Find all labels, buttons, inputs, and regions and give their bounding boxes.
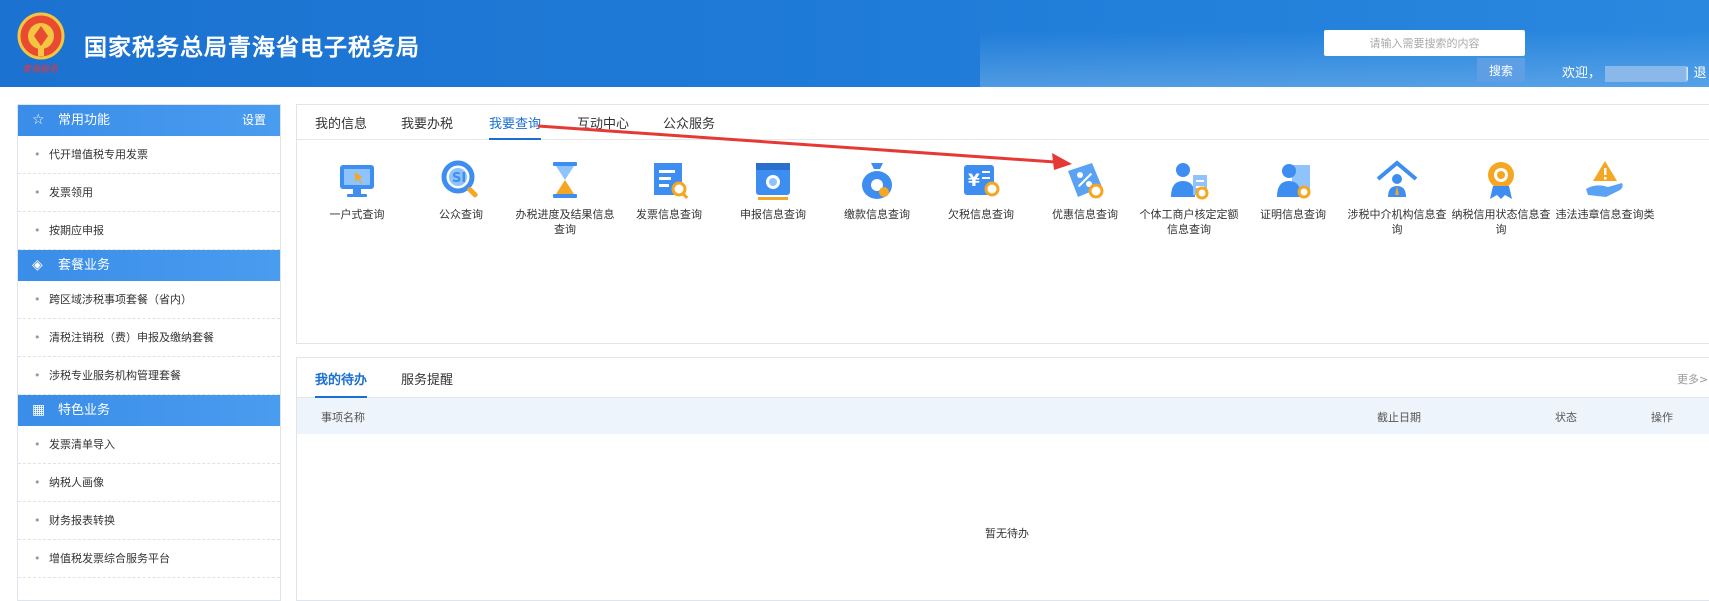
tab-query[interactable]: 我要查询 bbox=[489, 113, 542, 140]
discount-tag-icon bbox=[1068, 163, 1104, 199]
query-item-violation[interactable]: 违法违章信息查询类 bbox=[1555, 157, 1655, 222]
sidebar-item[interactable]: 财务报表转换 bbox=[18, 502, 280, 540]
query-item-label: 一户式查询 bbox=[329, 208, 385, 221]
tax-arrears-icon: ¥ bbox=[964, 165, 1000, 197]
query-item-label: 纳税信用状态信息查询 bbox=[1451, 208, 1551, 236]
layers-icon: ◈ bbox=[32, 257, 43, 273]
column-header-status: 状态 bbox=[1555, 411, 1577, 424]
logout-link[interactable]: | 退 bbox=[1685, 62, 1707, 81]
column-header-name: 事项名称 bbox=[321, 411, 365, 424]
site-title: 国家税务总局青海省电子税务局 bbox=[84, 35, 420, 61]
search-input[interactable] bbox=[1324, 30, 1525, 56]
query-item-progress[interactable]: 办税进度及结果信息查询 bbox=[515, 157, 615, 237]
section-title: 特色业务 bbox=[58, 403, 111, 418]
query-item-label: 申报信息查询 bbox=[740, 208, 806, 221]
warning-hand-icon bbox=[1586, 161, 1623, 197]
query-item-invoice[interactable]: 发票信息查询 bbox=[619, 157, 719, 222]
column-header-action: 操作 bbox=[1651, 411, 1673, 424]
query-item-label: 公众查询 bbox=[439, 208, 483, 221]
money-bag-icon bbox=[862, 163, 892, 199]
query-item-label: 缴款信息查询 bbox=[844, 208, 910, 221]
query-item-arrears[interactable]: ¥ 欠税信息查询 bbox=[931, 157, 1031, 222]
sidebar-item[interactable]: 按期应申报 bbox=[18, 212, 280, 250]
sidebar-item[interactable]: 发票清单导入 bbox=[18, 426, 280, 464]
sidebar-section-package[interactable]: ◈ 套餐业务 bbox=[18, 250, 280, 281]
sidebar-section-special[interactable]: ▦ 特色业务 bbox=[18, 395, 280, 426]
empty-state-text: 暂无待办 bbox=[985, 527, 1029, 540]
monitor-cursor-icon bbox=[340, 165, 374, 197]
person-document-icon bbox=[1171, 163, 1209, 200]
section-title: 常用功能 bbox=[58, 113, 111, 128]
query-item-certificate[interactable]: 证明信息查询 bbox=[1243, 157, 1343, 222]
username-redacted bbox=[1605, 65, 1688, 82]
agency-house-icon bbox=[1376, 160, 1418, 197]
sidebar-item[interactable]: 代开增值税专用发票 bbox=[18, 136, 280, 174]
query-item-agency[interactable]: 涉税中介机构信息查询 bbox=[1347, 157, 1447, 237]
site-header: 青海税务 国家税务总局青海省电子税务局 搜索 欢迎， | 退 bbox=[0, 0, 1709, 87]
section-title: 套餐业务 bbox=[58, 258, 111, 273]
svg-text:SI: SI bbox=[452, 171, 466, 186]
sidebar-item[interactable]: 发票领用 bbox=[18, 174, 280, 212]
query-item-label: 涉税中介机构信息查询 bbox=[1347, 208, 1447, 236]
sidebar-item[interactable]: 跨区域涉税事项套餐（省内） bbox=[18, 281, 280, 319]
main-tabs: 我的信息 我要办税 我要查询 互动中心 公众服务 bbox=[297, 105, 1709, 140]
query-item-discount[interactable]: 优惠信息查询 bbox=[1035, 157, 1135, 222]
declaration-search-icon bbox=[756, 163, 790, 200]
sidebar-item[interactable]: 清税注销税（费）申报及缴纳套餐 bbox=[18, 319, 280, 357]
query-item-label: 欠税信息查询 bbox=[948, 208, 1014, 221]
column-header-deadline: 截止日期 bbox=[1377, 411, 1421, 424]
svg-text:¥: ¥ bbox=[968, 171, 980, 191]
credit-medal-icon bbox=[1488, 162, 1514, 199]
tab-service-reminder[interactable]: 服务提醒 bbox=[401, 369, 453, 396]
magnifier-icon: SI bbox=[441, 160, 478, 198]
grid-icon: ▦ bbox=[32, 402, 46, 418]
query-item-label: 证明信息查询 bbox=[1260, 208, 1326, 221]
query-item-payment[interactable]: 缴款信息查询 bbox=[827, 157, 927, 222]
sidebar-item[interactable]: 增值税发票综合服务平台 bbox=[18, 540, 280, 578]
tab-my-info[interactable]: 我的信息 bbox=[315, 113, 367, 138]
query-item-label: 发票信息查询 bbox=[636, 208, 702, 221]
sidebar-item[interactable]: 纳税人画像 bbox=[18, 464, 280, 502]
more-link[interactable]: 更多> bbox=[1677, 371, 1708, 387]
query-item-declaration[interactable]: 申报信息查询 bbox=[723, 157, 823, 222]
tab-my-todo[interactable]: 我的待办 bbox=[315, 369, 368, 398]
settings-link[interactable]: 设置 bbox=[242, 105, 266, 136]
hourglass-icon bbox=[553, 162, 577, 198]
todo-panel: 我的待办 服务提醒 更多> 事项名称 截止日期 状态 操作 暂无待办 bbox=[296, 357, 1709, 601]
query-item-label: 优惠信息查询 bbox=[1052, 208, 1118, 221]
tab-public-service[interactable]: 公众服务 bbox=[663, 113, 715, 138]
sidebar: ☆ 常用功能 设置 代开增值税专用发票 发票领用 按期应申报 ◈ 套餐业务 跨区… bbox=[17, 104, 281, 601]
query-item-one-stop[interactable]: 一户式查询 bbox=[307, 157, 407, 222]
emblem-subtext: 青海税务 bbox=[22, 65, 59, 75]
query-item-public[interactable]: SI 公众查询 bbox=[411, 157, 511, 222]
welcome-text: 欢迎， bbox=[1562, 62, 1688, 82]
star-icon: ☆ bbox=[32, 112, 45, 128]
query-item-label: 违法违章信息查询类 bbox=[1555, 208, 1655, 221]
query-item-label: 办税进度及结果信息查询 bbox=[515, 208, 615, 236]
query-item-credit[interactable]: 纳税信用状态信息查询 bbox=[1451, 157, 1551, 237]
todo-table-header: 事项名称 截止日期 状态 操作 bbox=[297, 398, 1709, 434]
search-button[interactable]: 搜索 bbox=[1477, 58, 1525, 82]
welcome-label: 欢迎， bbox=[1562, 66, 1602, 81]
invoice-search-icon bbox=[654, 163, 689, 199]
certificate-icon bbox=[1277, 164, 1311, 199]
sidebar-section-common[interactable]: ☆ 常用功能 设置 bbox=[18, 105, 280, 136]
query-panel: 我的信息 我要办税 我要查询 互动中心 公众服务 一户式查询 SI 公众查询 办… bbox=[296, 104, 1709, 344]
tax-emblem-icon bbox=[17, 12, 65, 60]
query-item-business-quota[interactable]: 个体工商户核定定额信息查询 bbox=[1139, 157, 1239, 237]
sidebar-item[interactable]: 涉税专业服务机构管理套餐 bbox=[18, 357, 280, 395]
query-item-label: 个体工商户核定定额信息查询 bbox=[1139, 208, 1239, 236]
tab-interaction[interactable]: 互动中心 bbox=[577, 113, 629, 138]
tab-tax-handling[interactable]: 我要办税 bbox=[401, 113, 453, 138]
todo-tabs: 我的待办 服务提醒 更多> bbox=[297, 358, 1709, 398]
